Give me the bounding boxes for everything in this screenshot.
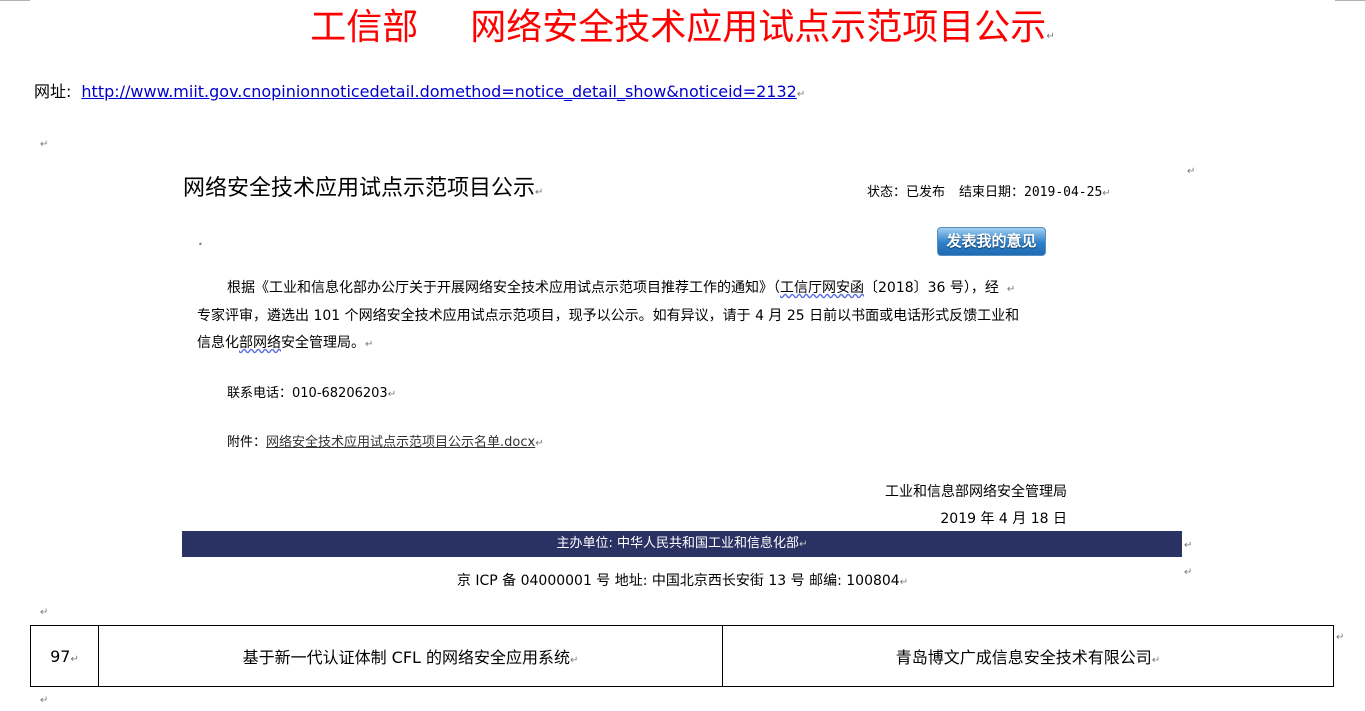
project-company: 青岛博文广成信息安全技术有限公司↵ <box>722 625 1334 687</box>
url-line: 网址: http://www.miit.gov.cnopinionnoticede… <box>34 82 805 105</box>
url-label: 网址: <box>34 82 72 101</box>
paragraph-mark-icon: ↵ <box>796 89 806 100</box>
document-title: 工信部 网络安全技术应用试点示范项目公示↵ <box>0 6 1365 59</box>
notice-url-link[interactable]: http://www.miit.gov.cnopinionnoticedetai… <box>81 82 796 101</box>
project-number: 97↵ <box>30 625 99 687</box>
paragraph-mark-icon: ↵ <box>40 139 49 150</box>
end-date: 结束日期：2019-04-25 <box>959 185 1103 200</box>
project-name: 基于新一代认证体制 CFL 的网络安全应用系统↵ <box>98 625 723 687</box>
host-text: 主办单位: 中华人民共和国工业和信息化部 <box>556 536 800 551</box>
paragraph-mark-icon: ↵ <box>40 607 49 618</box>
notice-status: 状态：已发布 结束日期：2019-04-25↵ <box>867 181 1111 200</box>
project-table: 97↵ 基于新一代认证体制 CFL 的网络安全应用系统↵ 青岛博文广成信息安全技… <box>30 625 1334 687</box>
paragraph-mark-icon: ↵ <box>1184 567 1193 578</box>
attachment-link[interactable]: 网络安全技术应用试点示范项目公示名单.docx <box>266 435 535 450</box>
paragraph-mark-icon: ↵ <box>1336 632 1345 643</box>
paragraph-mark-icon: ↵ <box>1046 31 1055 42</box>
paragraph-mark-icon: ↵ <box>1184 540 1193 551</box>
notice-body: 根据《工业和信息化部办公厅关于开展网络安全技术应用试点示范项目推荐工作的通知》（… <box>197 275 1067 358</box>
notice-title-text: 网络安全技术应用试点示范项目公示 <box>183 176 536 201</box>
crop-mark-right <box>1335 0 1365 1</box>
paragraph-mark-icon: ↵ <box>1102 188 1111 199</box>
crop-mark-left <box>0 0 30 1</box>
attachment: 附件：网络安全技术应用试点示范项目公示名单.docx↵ <box>227 435 544 450</box>
status-badge: 状态：已发布 <box>867 185 946 200</box>
paragraph-mark-icon: ↵ <box>535 187 544 198</box>
icp-address: 京 ICP 备 04000001 号 地址: 中国北京西长安街 13 号 邮编:… <box>456 573 909 589</box>
paragraph-mark-icon: • <box>198 240 203 249</box>
contact-phone: 联系电话：010-68206203↵ <box>227 386 397 401</box>
body-line-2: 专家评审，遴选出 101 个网络安全技术应用试点示范项目，现予以公示。如有异议，… <box>197 308 1020 324</box>
attachment-label: 附件： <box>227 435 267 450</box>
paragraph-mark-icon: ↵ <box>1187 166 1196 177</box>
notice-title: 网络安全技术应用试点示范项目公示↵ <box>183 175 543 207</box>
post-comment-button[interactable]: 发表我的意见 <box>937 227 1046 256</box>
title-subject: 网络安全技术应用试点示范项目公示 <box>470 7 1047 48</box>
title-ministry: 工信部 <box>310 7 419 48</box>
table-row: 97↵ 基于新一代认证体制 CFL 的网络安全应用系统↵ 青岛博文广成信息安全技… <box>30 625 1334 687</box>
signature-org: 工业和信息部网络安全管理局 <box>885 484 1067 500</box>
paragraph-mark-icon: ↵ <box>40 695 49 706</box>
body-line-1: 根据《工业和信息化部办公厅关于开展网络安全技术应用试点示范项目推荐工作的通知》（… <box>227 280 1016 296</box>
body-line-3: 信息化部网络安全管理局。↵ <box>197 335 374 351</box>
signature-date: 2019 年 4 月 18 日 <box>940 511 1067 527</box>
host-footer-bar: 主办单位: 中华人民共和国工业和信息化部↵ <box>182 531 1182 557</box>
